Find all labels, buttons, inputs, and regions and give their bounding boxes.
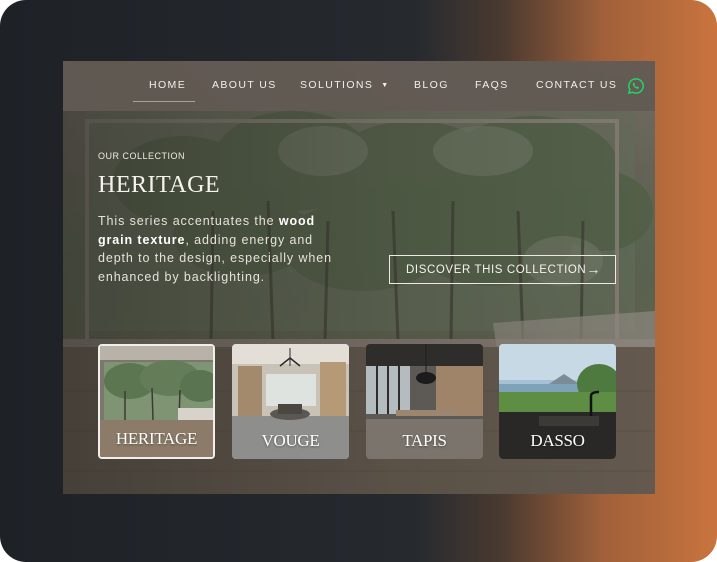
collection-card-label: DASSO [530,431,585,450]
collection-card-heritage[interactable]: HERITAGE [98,344,215,459]
collection-description: This series accentuates the wood grain t… [98,214,332,284]
nav-faqs[interactable]: FAQS [475,79,509,91]
chevron-down-icon: ▼ [381,82,390,89]
collection-card-label: TAPIS [402,431,447,450]
nav-solutions-label: SOLUTIONS [300,79,374,91]
discover-collection-button[interactable]: DISCOVER THIS COLLECTION → [389,255,616,284]
collection-card-tapis[interactable]: TAPIS [366,344,483,459]
collection-card-label: VOUGE [261,431,320,450]
whatsapp-icon[interactable] [627,77,645,95]
nav-solutions[interactable]: SOLUTIONS ▼ [300,79,390,91]
nav-contact-us[interactable]: CONTACT US [536,79,617,91]
discover-collection-label: DISCOVER THIS COLLECTION [406,264,587,276]
arrow-right-icon: → [586,261,601,277]
website-frame: HOME ABOUT US SOLUTIONS ▼ BLOG FAQS CONTA… [63,61,655,494]
nav-about-us[interactable]: ABOUT US [212,79,277,91]
top-navigation: HOME ABOUT US SOLUTIONS ▼ BLOG FAQS CONTA… [63,61,655,111]
collection-card-vouge[interactable]: VOUGE [232,344,349,459]
collection-card-label: HERITAGE [115,429,198,448]
collection-eyebrow: OUR COLLECTION [98,151,186,161]
nav-home[interactable]: HOME [149,79,186,91]
nav-blog[interactable]: BLOG [414,79,449,91]
nav-active-underline [133,101,195,102]
collection-title: HERITAGE [98,172,221,198]
collection-card-dasso[interactable]: DASSO [499,344,616,459]
